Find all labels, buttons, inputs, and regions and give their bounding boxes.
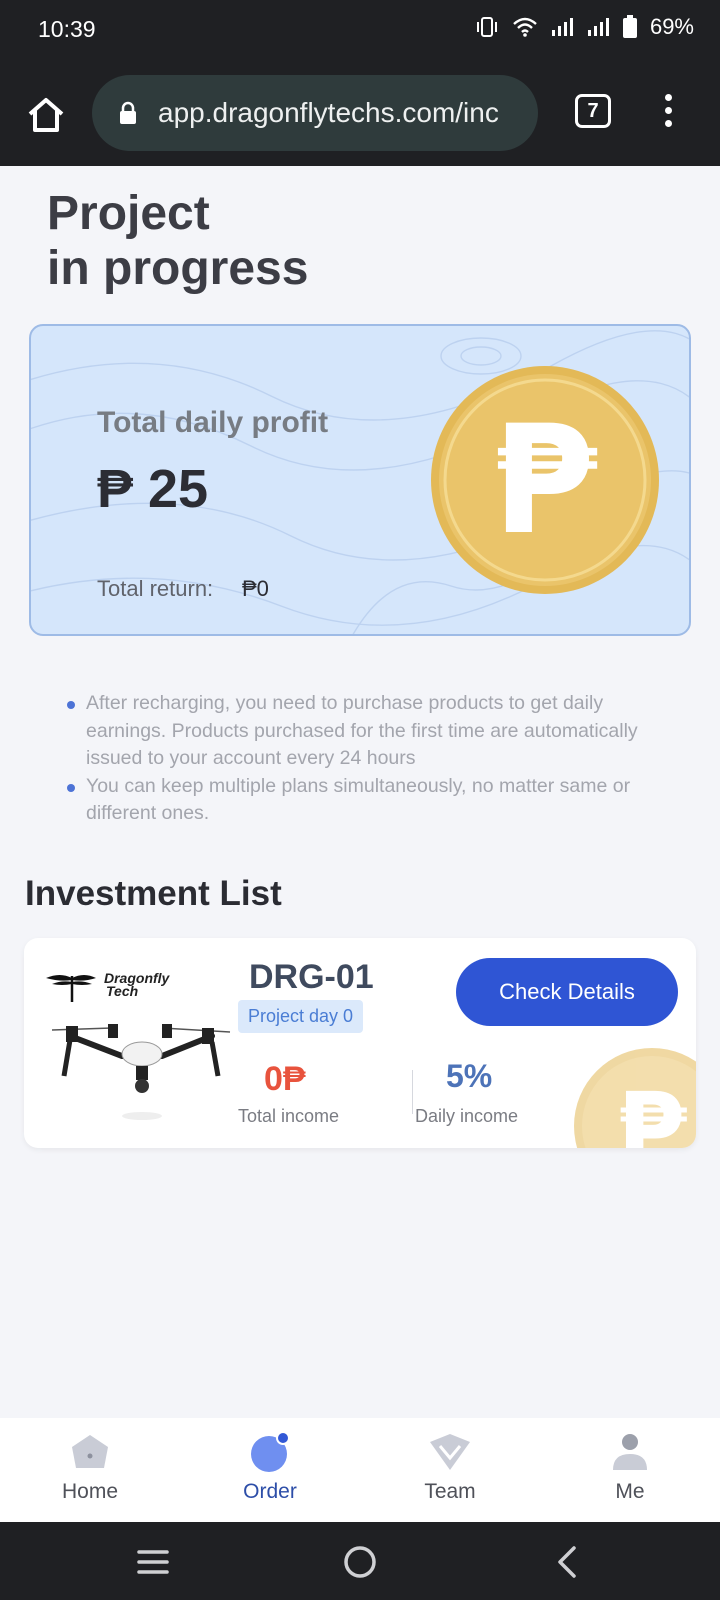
tab-switcher-button[interactable]: 7 (575, 94, 611, 128)
lock-icon (120, 101, 136, 124)
address-bar[interactable]: app.dragonflytechs.com/inc (92, 75, 538, 151)
investment-card: Dragonfly Tech DRG-01 Project day 0 Chec… (24, 938, 696, 1148)
battery-icon (622, 15, 637, 38)
home-icon (72, 1435, 108, 1468)
daily-income-value: 5% (446, 1058, 493, 1094)
user-icon (613, 1434, 647, 1470)
note-item: After recharging, you need to purchase p… (64, 690, 664, 773)
nav-home-label: Home (61, 1480, 119, 1503)
daily-income-label: Daily income (415, 1106, 519, 1126)
drone-image (52, 1024, 231, 1120)
status-time: 10:39 (38, 16, 96, 42)
system-nav-bar (0, 1522, 720, 1600)
project-day-badge: Project day 0 (238, 1000, 364, 1033)
browser-toolbar: app.dragonflytechs.com/inc 7 (0, 60, 720, 166)
page-title-line2: in progress (47, 242, 309, 295)
overflow-menu-icon[interactable] (654, 94, 682, 134)
peso-coin-icon: ₱ (431, 366, 659, 594)
back-icon[interactable] (548, 1542, 588, 1582)
profit-value: ₱ 25 (97, 459, 209, 519)
total-income-label: Total income (238, 1106, 340, 1126)
wifi-icon (513, 17, 537, 37)
signal-icon-2 (587, 18, 609, 36)
battery-percent: 69% (649, 14, 694, 39)
check-details-button[interactable]: Check Details (456, 958, 678, 1026)
brand-name: Dragonfly Tech (104, 970, 170, 999)
investment-list-title: Investment List (25, 874, 282, 913)
vibrate-icon (476, 17, 497, 37)
total-income-value: 0₱ (264, 1060, 306, 1098)
status-bar: 10:39 69% (0, 0, 720, 60)
page-title: Project in progress (47, 186, 308, 296)
home-icon[interactable] (24, 92, 68, 136)
nav-me[interactable]: Me (540, 1418, 720, 1522)
return-value: ₱0 (242, 576, 269, 601)
system-home-icon[interactable] (340, 1542, 380, 1582)
coin-symbol: ₱ (493, 394, 598, 568)
url-text[interactable]: app.dragonflytechs.com/inc (158, 97, 518, 129)
team-icon (430, 1434, 470, 1470)
nav-team-label: Team (424, 1480, 476, 1503)
note-item: You can keep multiple plans simultaneous… (64, 773, 664, 828)
order-icon (251, 1432, 290, 1472)
nav-team[interactable]: Team (360, 1418, 540, 1522)
info-notes: After recharging, you need to purchase p… (64, 690, 664, 828)
svg-text:₱: ₱ (617, 1071, 687, 1148)
status-icons: 69% (474, 14, 694, 40)
profit-label: Total daily profit (97, 406, 329, 439)
recent-apps-icon[interactable] (133, 1542, 173, 1582)
nav-home[interactable]: Home (0, 1418, 180, 1522)
page-title-line1: Project (47, 187, 210, 240)
bottom-nav: Home Order Team Me (0, 1418, 720, 1522)
nav-me-label: Me (615, 1480, 645, 1503)
profit-card: Total daily profit ₱ 25 Total return: ₱0… (29, 324, 691, 636)
peso-coin-decor-icon: ₱ (574, 1048, 696, 1148)
product-name: DRG-01 (249, 958, 374, 996)
nav-order[interactable]: Order (180, 1418, 360, 1522)
return-label: Total return: (97, 576, 214, 601)
signal-icon (551, 18, 573, 36)
divider (412, 1070, 413, 1114)
nav-order-label: Order (243, 1480, 297, 1503)
